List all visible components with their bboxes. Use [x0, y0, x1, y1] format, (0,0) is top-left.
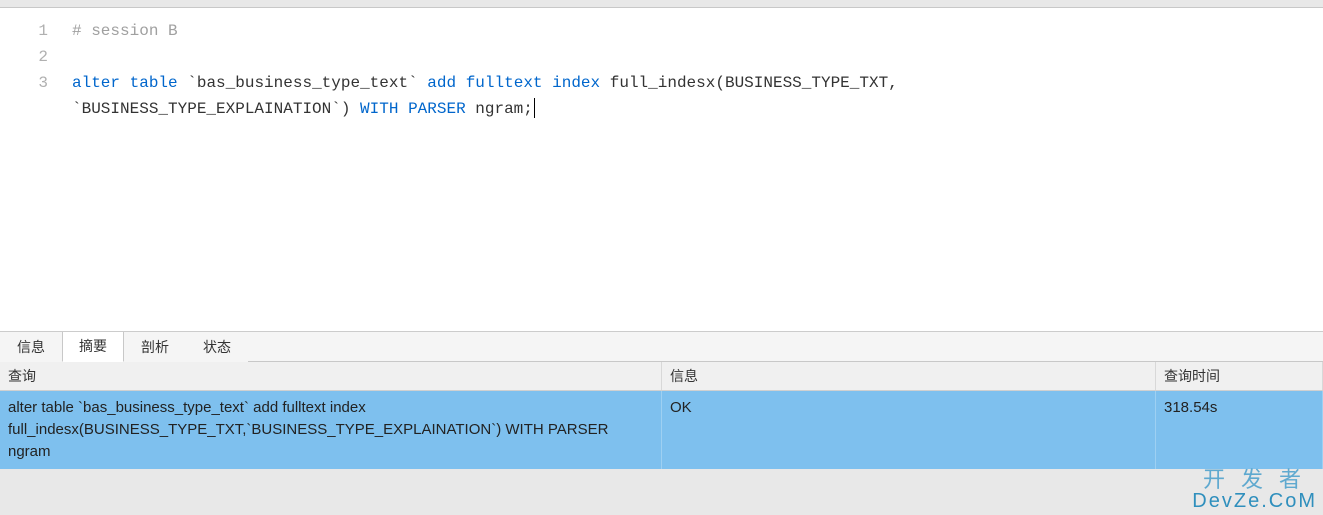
- sql-editor[interactable]: 1 2 3 # session B alter table `bas_busin…: [0, 8, 1323, 332]
- col-time[interactable]: 查询时间: [1156, 362, 1323, 390]
- text-caret: [534, 98, 535, 118]
- code-text: ngram;: [466, 100, 533, 118]
- kw-add: add: [427, 74, 456, 92]
- kw-table: table: [130, 74, 178, 92]
- kw-parser: PARSER: [408, 100, 466, 118]
- kw-with: WITH: [360, 100, 398, 118]
- table-row[interactable]: alter table `bas_business_type_text` add…: [0, 391, 1323, 469]
- kw-index: index: [552, 74, 600, 92]
- line-number: 1: [0, 18, 58, 44]
- tab-info[interactable]: 信息: [0, 331, 62, 362]
- code-comment: # session B: [72, 22, 178, 40]
- cell-time: 318.54s: [1156, 391, 1323, 469]
- line-gutter: 1 2 3: [0, 8, 58, 331]
- line-number: 2: [0, 44, 58, 70]
- results-header: 查询 信息 查询时间: [0, 362, 1323, 391]
- cell-info: OK: [662, 391, 1156, 469]
- line-number: 3: [0, 70, 58, 96]
- code-content[interactable]: # session B alter table `bas_business_ty…: [58, 8, 1323, 331]
- tab-summary[interactable]: 摘要: [62, 330, 124, 362]
- tab-status[interactable]: 状态: [186, 331, 248, 362]
- tab-profile[interactable]: 剖析: [124, 331, 186, 362]
- col-query[interactable]: 查询: [0, 362, 662, 390]
- watermark: 开发者 DevZe.CoM: [1192, 462, 1317, 513]
- cell-query: alter table `bas_business_type_text` add…: [0, 391, 662, 469]
- kw-fulltext: fulltext: [466, 74, 543, 92]
- code-text: `bas_business_type_text`: [178, 74, 428, 92]
- results-table: 查询 信息 查询时间 alter table `bas_business_typ…: [0, 362, 1323, 469]
- watermark-line2: DevZe.CoM: [1192, 490, 1317, 513]
- toolbar: [0, 0, 1323, 8]
- col-info[interactable]: 信息: [662, 362, 1156, 390]
- result-tabs: 信息 摘要 剖析 状态: [0, 332, 1323, 362]
- kw-alter: alter: [72, 74, 120, 92]
